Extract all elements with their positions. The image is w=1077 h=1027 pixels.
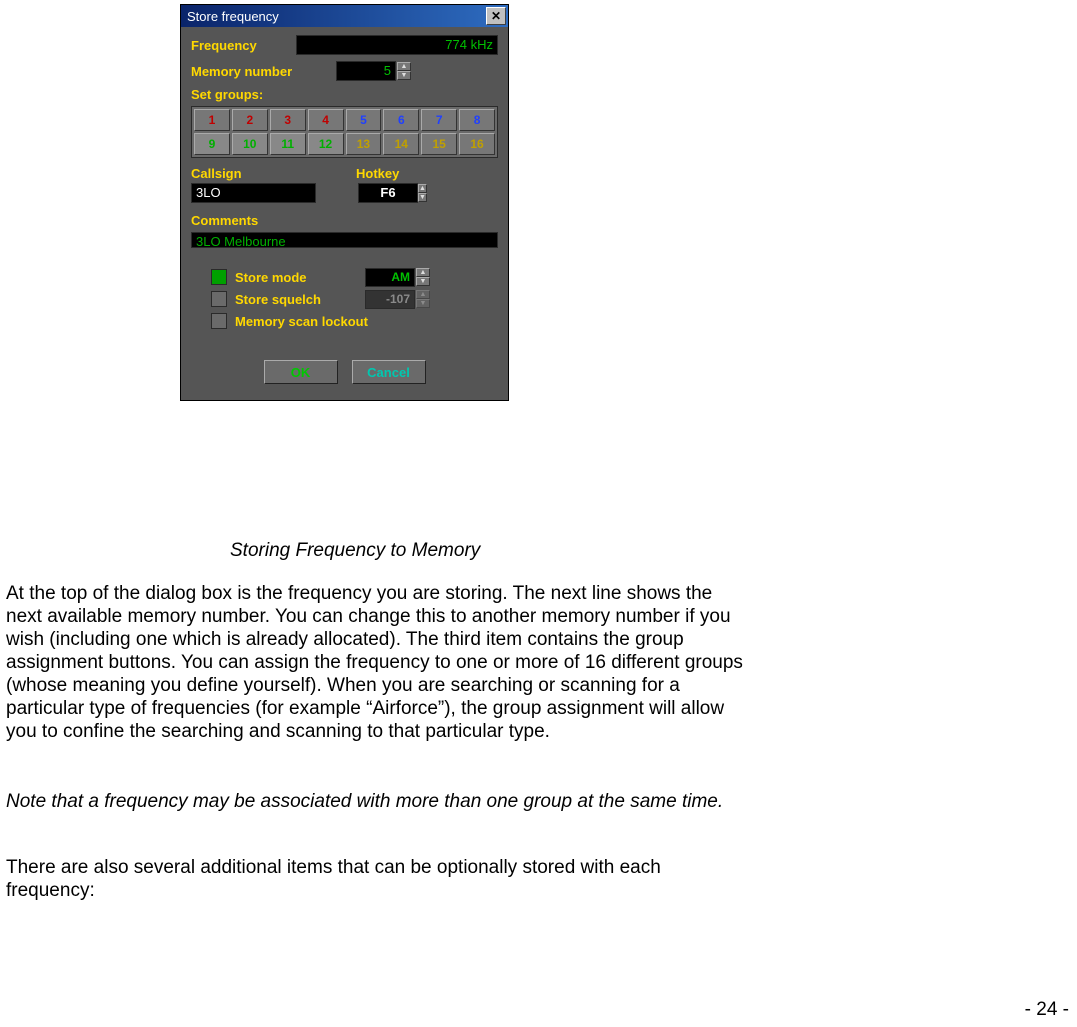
hotkey-spinner[interactable]: ▲ ▼ xyxy=(418,184,427,202)
chevron-down-icon[interactable]: ▼ xyxy=(418,193,427,202)
store-squelch-checkbox[interactable] xyxy=(211,291,227,307)
group-button-14[interactable]: 14 xyxy=(383,133,419,155)
group-button-10[interactable]: 10 xyxy=(232,133,268,155)
paragraph-2-note: Note that a frequency may be associated … xyxy=(6,790,746,813)
store-mode-label: Store mode xyxy=(235,270,365,285)
ok-button[interactable]: OK xyxy=(264,360,338,384)
chevron-up-icon[interactable]: ▲ xyxy=(418,184,427,193)
chevron-up-icon[interactable]: ▲ xyxy=(416,268,430,277)
paragraph-3: There are also several additional items … xyxy=(6,856,746,902)
store-frequency-dialog: Store frequency ✕ Frequency 774 kHz Memo… xyxy=(180,4,509,401)
comments-input[interactable]: 3LO Melbourne xyxy=(191,232,498,248)
hotkey-label: Hotkey xyxy=(356,166,399,181)
group-button-11[interactable]: 11 xyxy=(270,133,306,155)
store-mode-checkbox[interactable] xyxy=(211,269,227,285)
close-button[interactable]: ✕ xyxy=(486,7,506,25)
chevron-down-icon[interactable]: ▼ xyxy=(416,299,430,308)
group-button-6[interactable]: 6 xyxy=(383,109,419,131)
chevron-down-icon[interactable]: ▼ xyxy=(397,71,411,80)
callsign-label: Callsign xyxy=(191,166,356,181)
memory-scan-lockout-label: Memory scan lockout xyxy=(235,314,368,329)
set-groups-label: Set groups: xyxy=(191,87,498,102)
chevron-down-icon[interactable]: ▼ xyxy=(416,277,430,286)
frequency-value: 774 kHz xyxy=(296,35,498,55)
group-button-16[interactable]: 16 xyxy=(459,133,495,155)
close-icon: ✕ xyxy=(491,10,501,22)
comments-label: Comments xyxy=(191,213,498,228)
group-button-15[interactable]: 15 xyxy=(421,133,457,155)
chevron-up-icon[interactable]: ▲ xyxy=(397,62,411,71)
titlebar: Store frequency ✕ xyxy=(181,5,508,27)
memory-number-input[interactable]: 5 xyxy=(336,61,396,81)
group-button-1[interactable]: 1 xyxy=(194,109,230,131)
hotkey-input[interactable]: F6 xyxy=(358,183,418,203)
store-squelch-value: -107 xyxy=(365,290,415,309)
group-button-4[interactable]: 4 xyxy=(308,109,344,131)
group-grid: 12345678910111213141516 xyxy=(191,106,498,158)
callsign-input[interactable]: 3LO xyxy=(191,183,316,203)
page-number: - 24 - xyxy=(1025,999,1069,1021)
store-squelch-spinner[interactable]: ▲ ▼ xyxy=(416,290,430,308)
store-squelch-label: Store squelch xyxy=(235,292,365,307)
cancel-button[interactable]: Cancel xyxy=(352,360,426,384)
group-button-8[interactable]: 8 xyxy=(459,109,495,131)
store-mode-value[interactable]: AM xyxy=(365,268,415,287)
group-button-5[interactable]: 5 xyxy=(346,109,382,131)
figure-caption: Storing Frequency to Memory xyxy=(230,540,480,562)
group-button-3[interactable]: 3 xyxy=(270,109,306,131)
paragraph-1: At the top of the dialog box is the freq… xyxy=(6,582,746,743)
memory-number-label: Memory number xyxy=(191,64,326,79)
memory-spinner[interactable]: ▲ ▼ xyxy=(397,62,411,80)
store-mode-spinner[interactable]: ▲ ▼ xyxy=(416,268,430,286)
chevron-up-icon[interactable]: ▲ xyxy=(416,290,430,299)
group-button-13[interactable]: 13 xyxy=(346,133,382,155)
group-button-12[interactable]: 12 xyxy=(308,133,344,155)
group-button-2[interactable]: 2 xyxy=(232,109,268,131)
frequency-label: Frequency xyxy=(191,38,286,53)
window-title: Store frequency xyxy=(187,9,279,24)
group-button-7[interactable]: 7 xyxy=(421,109,457,131)
memory-scan-lockout-checkbox[interactable] xyxy=(211,313,227,329)
group-button-9[interactable]: 9 xyxy=(194,133,230,155)
